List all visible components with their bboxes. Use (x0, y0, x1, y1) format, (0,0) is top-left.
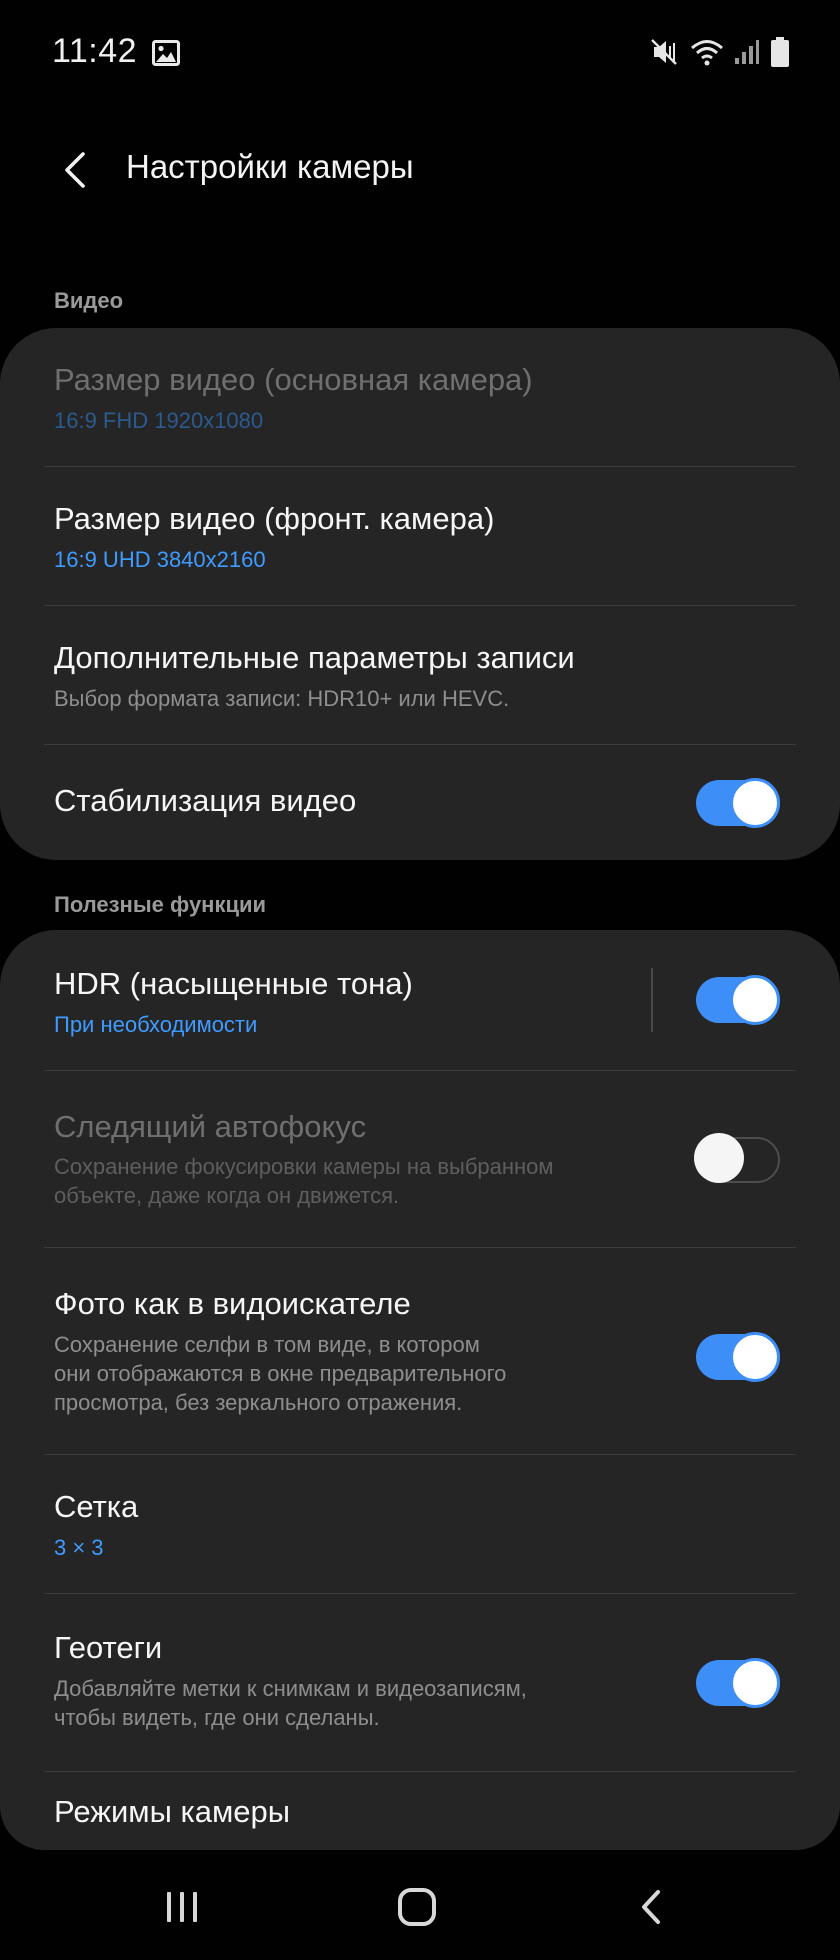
tracking-autofocus-toggle[interactable] (694, 1133, 780, 1183)
setting-geotags[interactable]: Геотеги Добавляйте метки к снимкам и вид… (0, 1594, 840, 1770)
setting-camera-modes[interactable]: Режимы камеры (0, 1772, 840, 1850)
setting-video-stabilization[interactable]: Стабилизация видео (0, 745, 840, 860)
recent-apps-icon (167, 1892, 197, 1922)
setting-description-line: просмотра, без зеркального отражения. (54, 1390, 463, 1415)
setting-rear-video-size[interactable]: Размер видео (основная камера) 16:9 FHD … (0, 328, 840, 466)
nav-back-button[interactable] (616, 1872, 686, 1942)
setting-description-line: объекте, даже когда он движется. (54, 1183, 400, 1208)
card-video: Размер видео (основная камера) 16:9 FHD … (0, 328, 840, 860)
geotags-toggle[interactable] (696, 1658, 780, 1708)
vertical-divider (651, 968, 653, 1032)
setting-title: Режимы камеры (54, 1794, 291, 1829)
app-bar: Настройки камеры (0, 130, 840, 210)
setting-front-video-size[interactable]: Размер видео (фронт. камера) 16:9 UHD 38… (0, 467, 840, 605)
setting-description-line: они отображаются в окне предварительного (54, 1361, 507, 1386)
setting-description: Выбор формата записи: HDR10+ или HEVC. (54, 686, 510, 711)
mute-vibrate-icon (651, 39, 677, 65)
home-button[interactable] (382, 1872, 452, 1942)
wifi-icon (691, 40, 723, 66)
navigation-bar (0, 1852, 840, 1960)
setting-hdr[interactable]: HDR (насыщенные тона) При необходимости (0, 930, 840, 1070)
setting-tracking-autofocus[interactable]: Следящий автофокус Сохранение фокусировк… (0, 1071, 840, 1247)
setting-description-line: Сохранение фокусировки камеры на выбранн… (54, 1154, 554, 1179)
status-bar: 11:42 (0, 0, 840, 110)
setting-value: 16:9 FHD 1920x1080 (54, 408, 264, 433)
back-arrow-icon (65, 152, 85, 188)
setting-description-line: Добавляйте метки к снимкам и видеозапися… (54, 1676, 527, 1701)
setting-value: При необходимости (54, 1012, 258, 1037)
setting-title: Размер видео (фронт. камера) (54, 501, 495, 536)
setting-title: Сетка (54, 1489, 139, 1524)
setting-title: HDR (насыщенные тона) (54, 966, 413, 1001)
setting-grid[interactable]: Сетка 3 × 3 (0, 1455, 840, 1593)
selfie-preview-toggle[interactable] (696, 1332, 780, 1382)
back-button[interactable] (44, 138, 104, 202)
hdr-toggle[interactable] (696, 975, 780, 1025)
page-title: Настройки камеры (126, 148, 414, 185)
setting-value: 3 × 3 (54, 1535, 104, 1560)
stabilization-toggle[interactable] (696, 778, 780, 828)
setting-title: Фото как в видоискателе (54, 1286, 411, 1321)
setting-value: 16:9 UHD 3840x2160 (54, 547, 266, 572)
section-header-video: Видео (54, 288, 124, 313)
setting-advanced-recording[interactable]: Дополнительные параметры записи Выбор фо… (0, 606, 840, 744)
setting-title: Следящий автофокус (54, 1109, 367, 1144)
setting-description-line: Сохранение селфи в том виде, в котором (54, 1332, 480, 1357)
section-header-useful: Полезные функции (54, 892, 267, 917)
cellular-signal-icon (735, 40, 759, 64)
home-icon (398, 1888, 436, 1926)
gallery-icon (152, 40, 180, 66)
setting-title: Размер видео (основная камера) (54, 362, 533, 397)
setting-title: Стабилизация видео (54, 783, 357, 818)
nav-back-icon (642, 1890, 660, 1924)
battery-icon (771, 37, 789, 67)
recent-apps-button[interactable] (147, 1872, 217, 1942)
status-time: 11:42 (52, 32, 138, 70)
setting-selfie-as-previewed[interactable]: Фото как в видоискателе Сохранение селфи… (0, 1248, 840, 1454)
setting-title: Дополнительные параметры записи (54, 640, 575, 675)
setting-description-line: чтобы видеть, где они сделаны. (54, 1705, 380, 1730)
setting-title: Геотеги (54, 1630, 163, 1665)
card-useful: HDR (насыщенные тона) При необходимости … (0, 930, 840, 1850)
